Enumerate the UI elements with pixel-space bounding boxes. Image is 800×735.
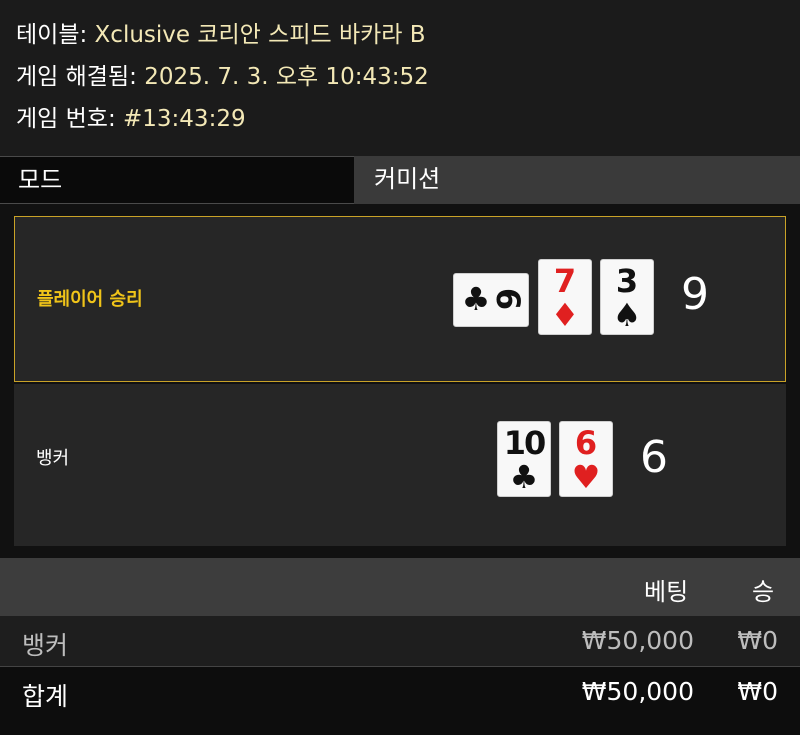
diamond-icon: ♦	[550, 296, 580, 334]
card-rank: 10	[503, 424, 547, 462]
game-number-value: #13:43:29	[123, 106, 246, 132]
mode-value: 커미션	[356, 156, 800, 204]
table-info: 테이블: Xclusive 코리안 스피드 바카라 B	[16, 20, 426, 50]
resolved-info: 게임 해결됨: 2025. 7. 3. 오후 10:43:52	[16, 62, 429, 92]
card-rank: 6	[489, 287, 527, 311]
player-card-2: 7 ♦	[538, 259, 592, 335]
bet-column-header: 베팅	[644, 578, 689, 606]
player-card-1: ♣ 6	[453, 273, 529, 327]
game-info-panel: 테이블: Xclusive 코리안 스피드 바카라 B 게임 해결됨: 2025…	[0, 0, 800, 156]
card-rank: 6	[574, 424, 598, 462]
mode-row: 모드 커미션	[0, 156, 800, 204]
player-result-label: 플레이어 승리	[37, 289, 143, 310]
banker-card-1: 10 ♣	[497, 421, 551, 497]
win-column-header: 승	[752, 578, 775, 606]
player-score: 9	[681, 269, 709, 320]
table-label: 테이블:	[16, 22, 88, 48]
total-label: 합계	[22, 682, 69, 711]
club-icon: ♣	[509, 458, 539, 496]
player-card-3: 3 ♠	[600, 259, 654, 335]
banker-card-2: 6 ♥	[559, 421, 613, 497]
card-rank: 3	[615, 262, 639, 300]
bet-row-win: ₩0	[737, 626, 778, 655]
game-number-info: 게임 번호: #13:43:29	[16, 104, 246, 134]
total-row: 합계 ₩50,000 ₩0	[0, 666, 800, 735]
table-value: Xclusive 코리안 스피드 바카라 B	[94, 22, 426, 48]
total-win: ₩0	[737, 677, 778, 706]
total-bet: ₩50,000	[581, 677, 694, 706]
banker-label: 뱅커	[36, 448, 70, 469]
player-hand: 플레이어 승리 ♣ 6 7 ♦ 3 ♠ 9	[14, 216, 786, 382]
hand-results: 플레이어 승리 ♣ 6 7 ♦ 3 ♠ 9 뱅커 10 ♣ 6 ♥ 6	[0, 204, 800, 558]
heart-icon: ♥	[571, 458, 601, 496]
game-number-label: 게임 번호:	[16, 106, 116, 132]
resolved-label: 게임 해결됨:	[16, 64, 137, 90]
resolved-value: 2025. 7. 3. 오후 10:43:52	[144, 64, 429, 90]
bet-row-amount: ₩50,000	[581, 626, 694, 655]
banker-score: 6	[640, 432, 668, 483]
spade-icon: ♠	[612, 296, 642, 334]
mode-label: 모드	[0, 156, 354, 204]
bet-row: 뱅커 ₩50,000 ₩0	[0, 616, 800, 666]
card-rank: 7	[553, 262, 577, 300]
banker-hand: 뱅커 10 ♣ 6 ♥ 6	[14, 384, 786, 546]
bets-header: 베팅 승	[0, 558, 800, 616]
bet-row-name: 뱅커	[22, 631, 69, 660]
